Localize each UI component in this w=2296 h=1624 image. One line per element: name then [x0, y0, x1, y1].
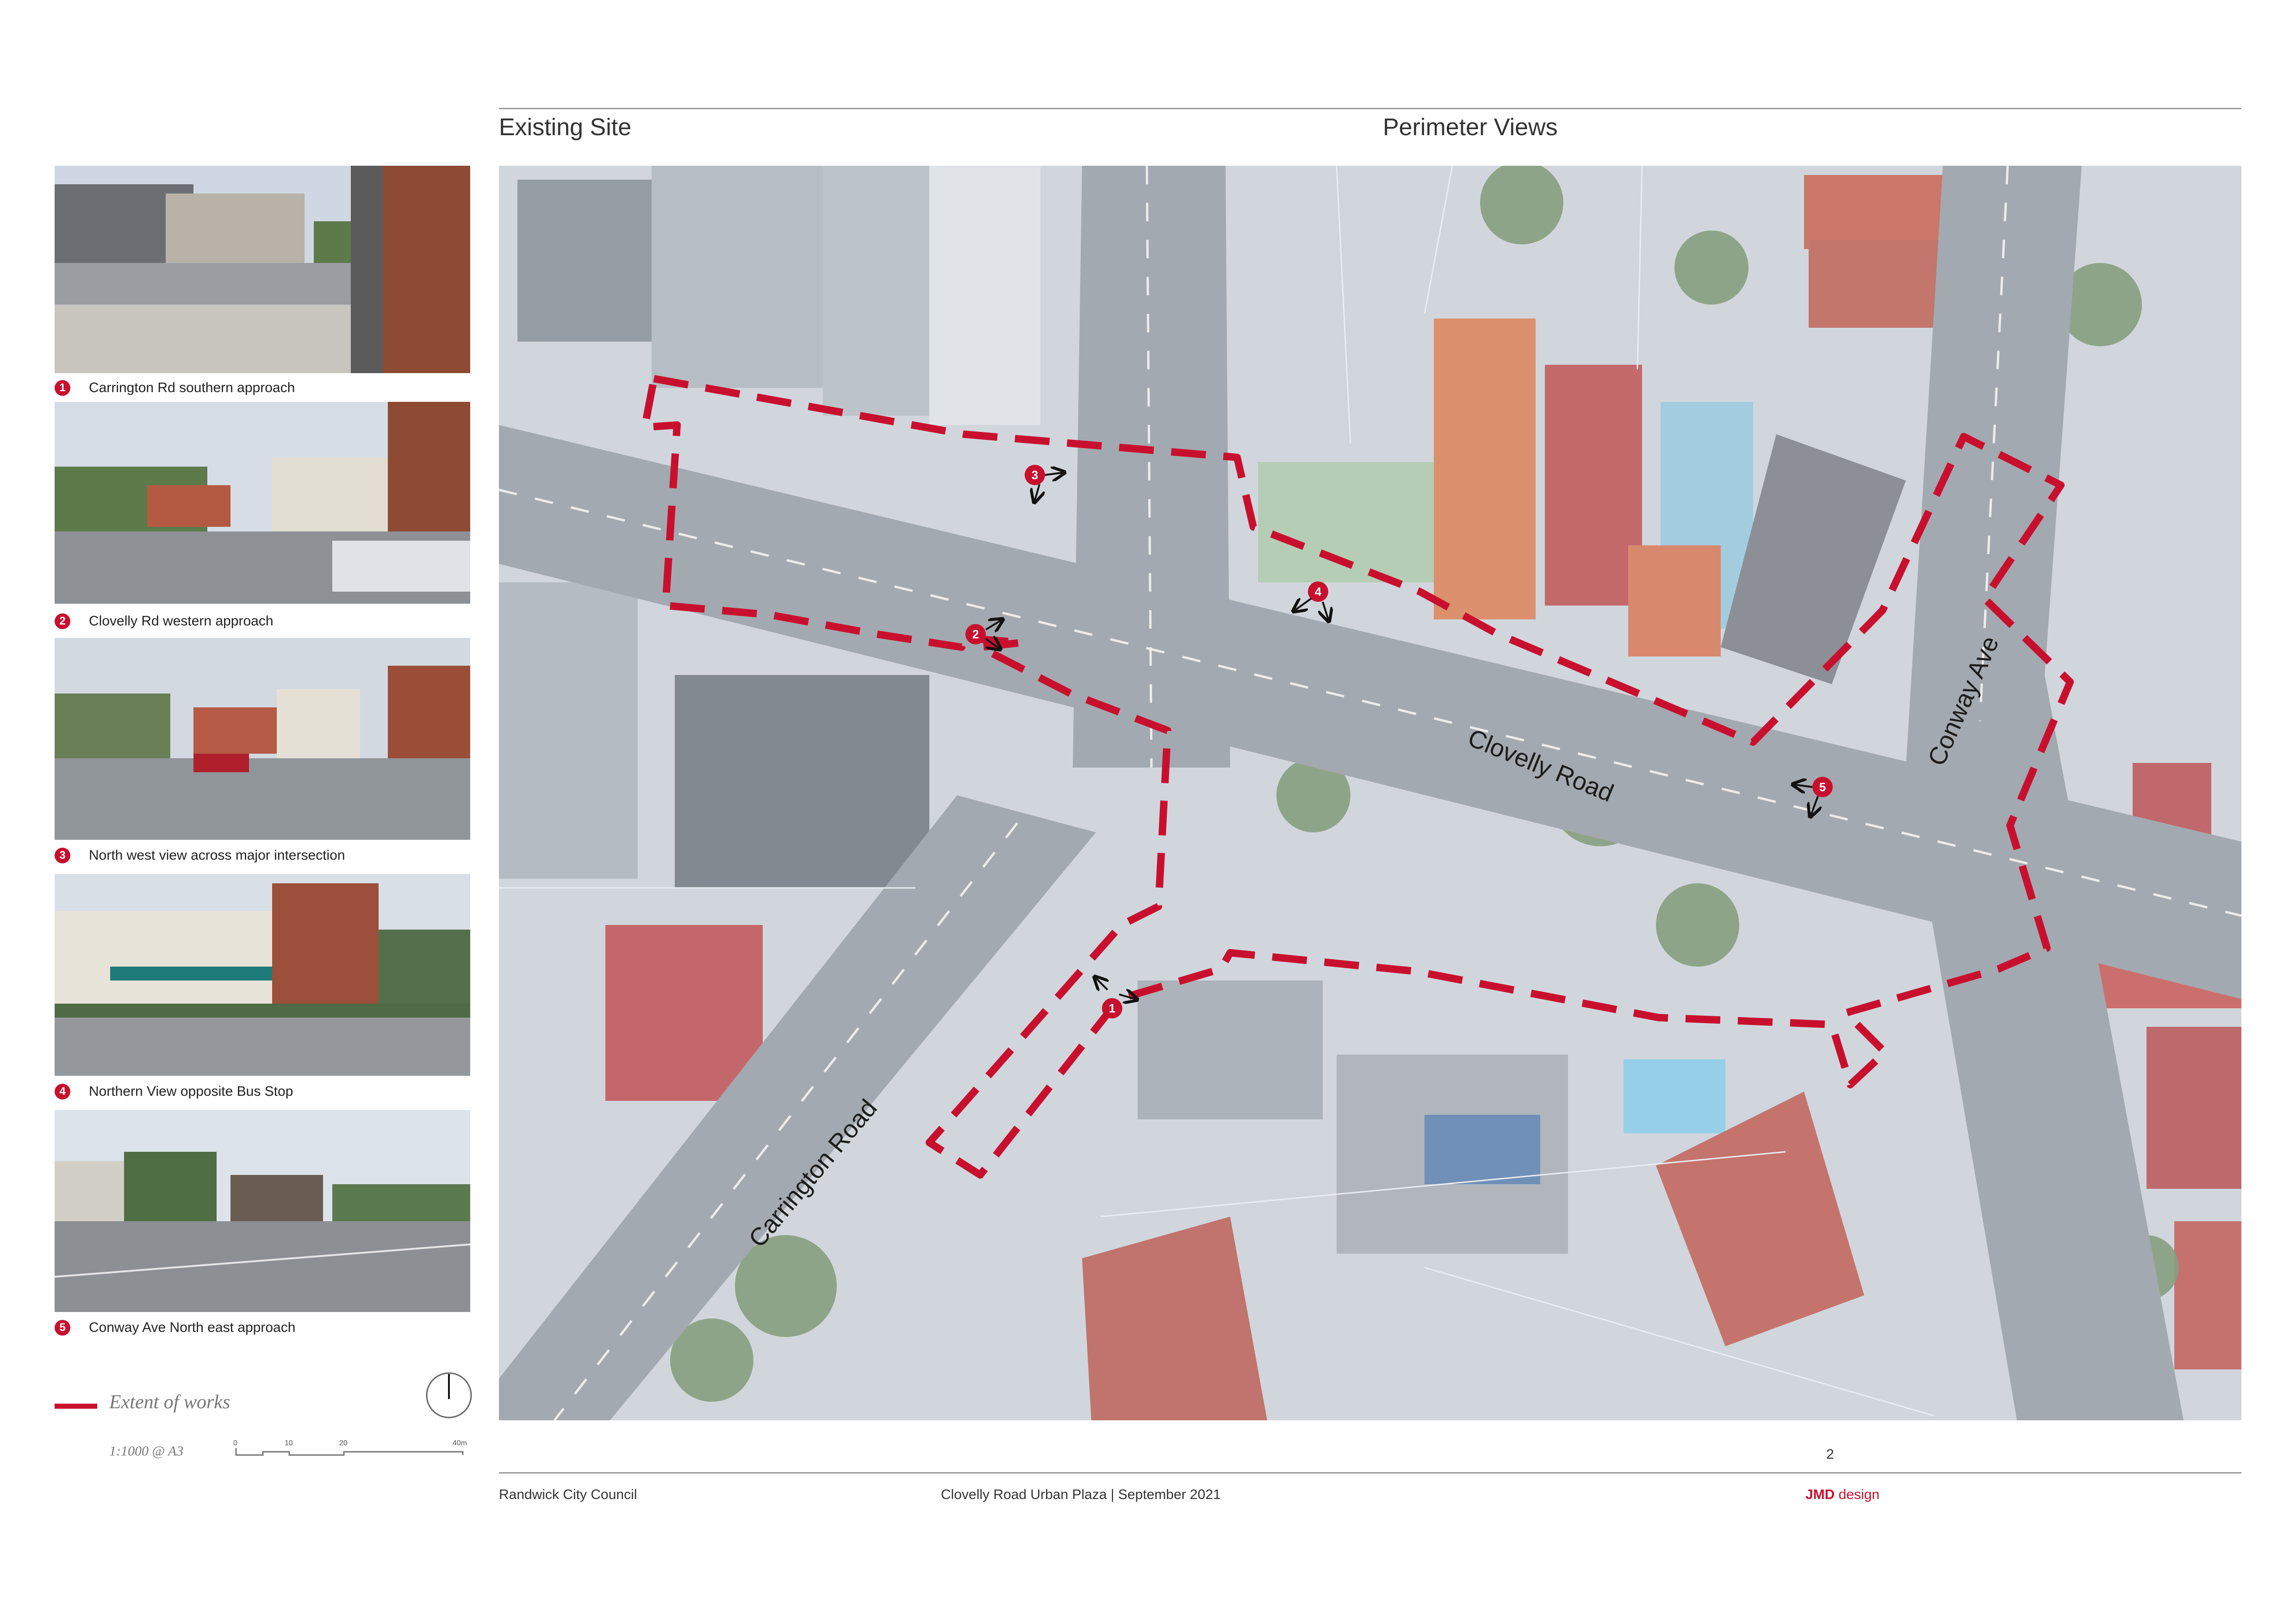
photo-number-badge: 4	[55, 1084, 70, 1099]
photo-caption-text: Northern View opposite Bus Stop	[89, 1084, 293, 1099]
photo-number-badge: 5	[55, 1320, 70, 1336]
photo-caption-text: Conway Ave North east approach	[89, 1320, 296, 1335]
photo-conway-north-east	[55, 1110, 470, 1312]
viewpoint-number: 5	[1819, 780, 1826, 794]
scale-label: 1:1000 @ A3	[109, 1443, 184, 1459]
aerial-site-map: Clovelly Road Conway Ave Carrington Road…	[499, 166, 2241, 1420]
photo-caption-text: North west view across major intersectio…	[89, 848, 345, 863]
extent-of-works-label: Extent of works	[109, 1392, 230, 1413]
photo-caption-1: 1 Carrington Rd southern approach	[55, 377, 295, 399]
viewpoint-number: 1	[1109, 1001, 1115, 1015]
photo-caption-text: Clovelly Rd western approach	[89, 613, 274, 629]
scale-tick-0: 0	[233, 1439, 237, 1447]
viewpoint-number: 4	[1315, 585, 1322, 599]
footer-project: Clovelly Road Urban Plaza | September 20…	[941, 1487, 1221, 1502]
photo-north-west-intersection	[55, 638, 470, 840]
footer-brand: JMD design	[1805, 1487, 1879, 1503]
brand-jmd: JMD	[1805, 1487, 1835, 1502]
page-number: 2	[1826, 1447, 1834, 1462]
photo-northern-view-bus-stop	[55, 874, 470, 1076]
scale-tick-10: 10	[285, 1439, 293, 1447]
photo-caption-text: Carrington Rd southern approach	[89, 380, 295, 395]
photo-clovelly-western	[55, 402, 470, 604]
photo-caption-3: 3 North west view across major intersect…	[55, 844, 345, 867]
viewpoint-number: 2	[972, 627, 979, 641]
photo-number-badge: 1	[55, 380, 70, 396]
photo-carrington-southern	[55, 166, 470, 373]
photo-caption-5: 5 Conway Ave North east approach	[55, 1317, 295, 1339]
scale-tick-40m: 40m	[453, 1439, 467, 1447]
north-arrow-icon	[426, 1372, 472, 1418]
brand-design: design	[1835, 1487, 1880, 1502]
viewpoint-number: 3	[1032, 468, 1038, 482]
photo-caption-4: 4 Northern View opposite Bus Stop	[55, 1081, 293, 1103]
photo-number-badge: 2	[55, 613, 70, 629]
top-rule	[499, 108, 2241, 109]
extent-of-works-swatch	[55, 1404, 97, 1409]
scale-bar: 0 10 20 40m	[233, 1439, 467, 1456]
photo-number-badge: 3	[55, 848, 70, 863]
page-title: Perimeter Views	[1383, 114, 1558, 141]
scale-tick-20: 20	[339, 1439, 348, 1447]
bottom-rule	[499, 1472, 2241, 1474]
footer-client: Randwick City Council	[499, 1487, 637, 1502]
section-title: Existing Site	[499, 114, 632, 141]
photo-caption-2: 2 Clovelly Rd western approach	[55, 610, 274, 632]
